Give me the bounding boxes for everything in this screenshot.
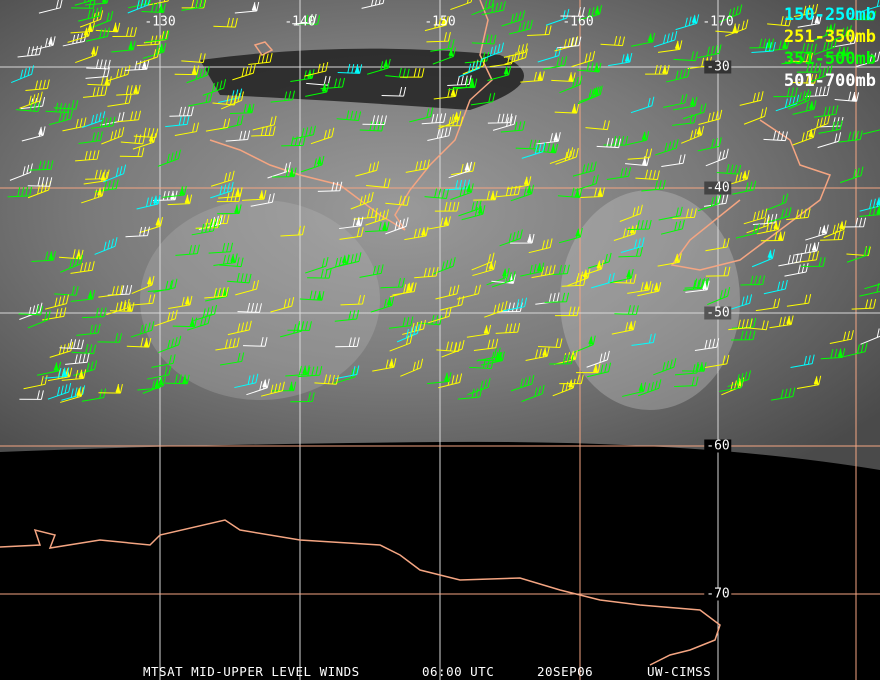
cloud-swirl: [140, 200, 380, 400]
legend-item-251-350: 251-350mb: [783, 27, 876, 47]
lon-label: -160: [562, 14, 594, 30]
map-canvas: [0, 0, 880, 680]
time-label: 06:00 UTC: [422, 664, 495, 679]
lat-label: -50: [704, 305, 732, 321]
legend-item-501-700: 501-700mb: [783, 71, 876, 91]
pressure-legend: 150-250mb 251-350mb 351-500mb 501-700mb: [784, 4, 876, 92]
lat-label: -40: [704, 180, 732, 196]
legend-item-150-250: 150-250mb: [783, 5, 876, 25]
legend-item-351-500: 351-500mb: [783, 49, 876, 69]
lon-label: -130: [144, 14, 176, 30]
lon-label: -150: [424, 14, 456, 30]
lat-label: -60: [704, 438, 732, 454]
lat-label: -70: [704, 586, 732, 602]
product-title: MTSAT MID-UPPER LEVEL WINDS: [143, 664, 360, 679]
date-label: 20SEP06: [537, 664, 594, 679]
lon-label: -170: [702, 14, 734, 30]
satellite-wind-map: -130 -140 -150 -160 -170 -30 -40 -50 -60…: [0, 0, 880, 680]
cloud-swirl: [560, 190, 740, 410]
source-label: UW-CIMSS: [647, 664, 712, 679]
lon-label: -140: [284, 14, 316, 30]
coastline-antarctica: [0, 519, 721, 666]
lat-label: -30: [704, 59, 732, 75]
